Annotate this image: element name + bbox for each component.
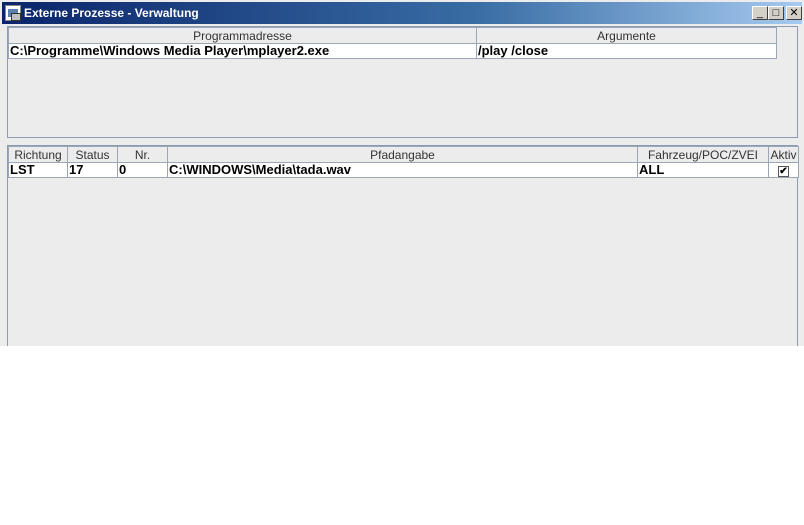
programs-table-panel[interactable]: Programmadresse Argumente C:\Programme\W… <box>7 26 798 138</box>
cell-argumente[interactable]: /play /close <box>476 43 777 59</box>
cell-aktiv[interactable]: ✔ <box>768 162 799 178</box>
checkbox-checked-icon[interactable]: ✔ <box>778 166 789 177</box>
programs-header-row: Programmadresse Argumente <box>8 27 777 44</box>
processes-table-panel[interactable]: Richtung Status Nr. Pfadangabe Fahrzeug/… <box>7 145 799 346</box>
column-header-programmadresse[interactable]: Programmadresse <box>8 27 477 44</box>
maximize-button[interactable]: □ <box>768 6 784 20</box>
minimize-button[interactable]: _ <box>752 6 768 20</box>
cell-fahrzeug[interactable]: ALL <box>637 162 769 178</box>
programs-table: Programmadresse Argumente C:\Programme\W… <box>8 27 777 59</box>
column-header-richtung[interactable]: Richtung <box>8 146 68 163</box>
table-row[interactable]: C:\Programme\Windows Media Player\mplaye… <box>8 43 777 59</box>
column-header-nr[interactable]: Nr. <box>117 146 168 163</box>
title-bar[interactable]: Externe Prozesse - Verwaltung _ □ ✕ <box>2 2 802 24</box>
app-icon[interactable] <box>5 5 21 21</box>
close-button[interactable]: ✕ <box>786 6 802 20</box>
column-header-argumente[interactable]: Argumente <box>476 27 777 44</box>
cell-richtung[interactable]: LST <box>8 162 68 178</box>
cell-pfadangabe[interactable]: C:\WINDOWS\Media\tada.wav <box>167 162 638 178</box>
cell-nr[interactable]: 0 <box>117 162 168 178</box>
processes-table: Richtung Status Nr. Pfadangabe Fahrzeug/… <box>8 146 799 178</box>
cell-status[interactable]: 17 <box>67 162 118 178</box>
column-header-aktiv[interactable]: Aktiv <box>768 146 799 163</box>
table-row[interactable]: LST 17 0 C:\WINDOWS\Media\tada.wav ALL ✔ <box>8 162 799 178</box>
cell-programmadresse[interactable]: C:\Programme\Windows Media Player\mplaye… <box>8 43 477 59</box>
column-header-pfadangabe[interactable]: Pfadangabe <box>167 146 638 163</box>
window: Externe Prozesse - Verwaltung _ □ ✕ Prog… <box>0 0 804 346</box>
processes-header-row: Richtung Status Nr. Pfadangabe Fahrzeug/… <box>8 146 799 163</box>
column-header-status[interactable]: Status <box>67 146 118 163</box>
window-title: Externe Prozesse - Verwaltung <box>24 6 199 20</box>
column-header-fahrzeug[interactable]: Fahrzeug/POC/ZVEI <box>637 146 769 163</box>
